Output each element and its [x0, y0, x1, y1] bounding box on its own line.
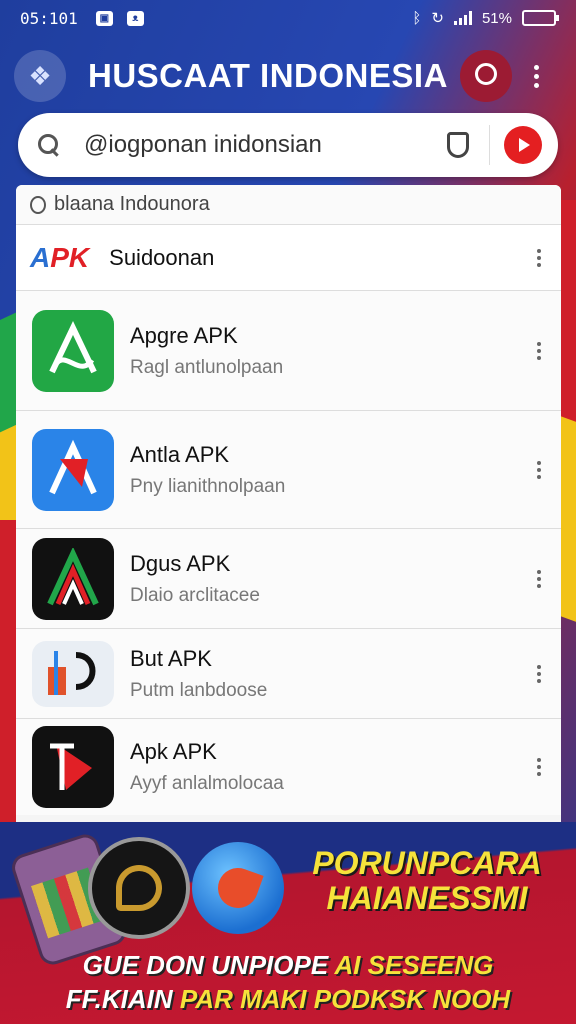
promo-banner[interactable]: PORUNPCARA HAIANESSMI GUE DON UNPIOPE AI… — [0, 822, 576, 1024]
apgre-app-icon — [32, 309, 114, 392]
banner-text-line-2: FF.KIAIN PAR MAKI PODKSK NOOH — [65, 984, 511, 1014]
banner-text-line-1: GUE DON UNPIOPE AI SESEENG — [82, 950, 494, 980]
list-item[interactable]: Apgre APK Ragl antlunolpaan — [16, 291, 561, 411]
app-name: Apk APK — [130, 739, 217, 764]
sync-icon: ↻ — [431, 10, 444, 27]
search-bar[interactable]: @iogponan inidonsian — [18, 113, 558, 177]
status-time: 05:101 — [20, 8, 78, 28]
list-item[interactable]: Apk APK Ayyf anlalmolocaa — [16, 719, 561, 815]
profile-icon — [474, 63, 497, 85]
profile-button[interactable] — [459, 50, 512, 102]
app-name: Apgre APK — [130, 322, 238, 348]
apk-logo-k: PK — [50, 241, 90, 273]
play-icon[interactable] — [504, 126, 542, 164]
filter-icon — [30, 195, 46, 214]
battery-icon — [522, 10, 559, 26]
search-input[interactable]: @iogponan inidonsian — [84, 131, 447, 159]
more-vert-icon[interactable] — [531, 243, 547, 273]
page-title: HUSCAAT INDONESIA — [88, 57, 448, 94]
list-item[interactable]: Dgus APK Dlaio arclitacee — [16, 529, 561, 629]
apk-app-icon — [32, 726, 114, 808]
app-name: But APK — [130, 645, 212, 671]
image-icon: ▣ — [95, 10, 113, 26]
status-bar: 05:101 ▣ ᴥ ᛒ ↻ 51% — [0, 0, 576, 36]
but-app-icon — [32, 640, 114, 707]
more-vert-icon[interactable] — [531, 752, 547, 782]
search-icon[interactable] — [38, 134, 60, 156]
signal-icon — [453, 11, 472, 25]
app-subtitle: Dlaio arclitacee — [130, 584, 260, 606]
more-vert-icon[interactable] — [531, 659, 547, 689]
filter-row[interactable]: blaana Indounora — [16, 185, 561, 225]
app-subtitle: Ragl antlunolpaan — [130, 356, 284, 378]
list-item[interactable]: But APK Putm lanbdoose — [16, 629, 561, 719]
app-name: Dgus APK — [130, 550, 231, 576]
more-vert-icon[interactable] — [526, 59, 547, 94]
more-vert-icon[interactable] — [531, 455, 547, 485]
list-header-row[interactable]: APK Suidoonan — [16, 225, 561, 291]
filter-text: blaana Indounora — [54, 193, 210, 215]
key-icon — [88, 837, 190, 939]
apk-logo: APK — [30, 241, 90, 273]
shield-icon[interactable] — [447, 132, 469, 158]
search-divider — [489, 125, 490, 165]
battery-percent: 51% — [481, 9, 512, 27]
dgus-app-icon — [32, 537, 114, 620]
app-name: Antla APK — [130, 441, 230, 467]
list-item[interactable]: Antla APK Pny lianithnolpaan — [16, 411, 561, 529]
status-right: ᛒ ↻ 51% — [412, 9, 559, 27]
cat-icon: ᴥ — [126, 10, 144, 26]
bluetooth-icon: ᛒ — [412, 9, 422, 27]
more-vert-icon[interactable] — [531, 336, 547, 366]
app-subtitle: Ayyf anlalmolocaa — [130, 773, 284, 794]
app-list-panel: blaana Indounora APK Suidoonan Apgre APK… — [16, 185, 561, 845]
banner-title: PORUNPCARA HAIANESSMI — [312, 845, 542, 917]
globe-icon — [192, 842, 284, 934]
app-logo-icon[interactable]: ❖ — [14, 50, 66, 102]
status-left-icons: ▣ ᴥ — [95, 10, 144, 26]
app-subtitle: Pny lianithnolpaan — [130, 475, 286, 497]
more-vert-icon[interactable] — [531, 564, 547, 594]
list-header-label: Suidoonan — [109, 244, 215, 270]
app-subtitle: Putm lanbdoose — [130, 679, 268, 701]
antla-app-icon — [32, 428, 114, 511]
app-bar: ❖ HUSCAAT INDONESIA — [0, 44, 576, 108]
